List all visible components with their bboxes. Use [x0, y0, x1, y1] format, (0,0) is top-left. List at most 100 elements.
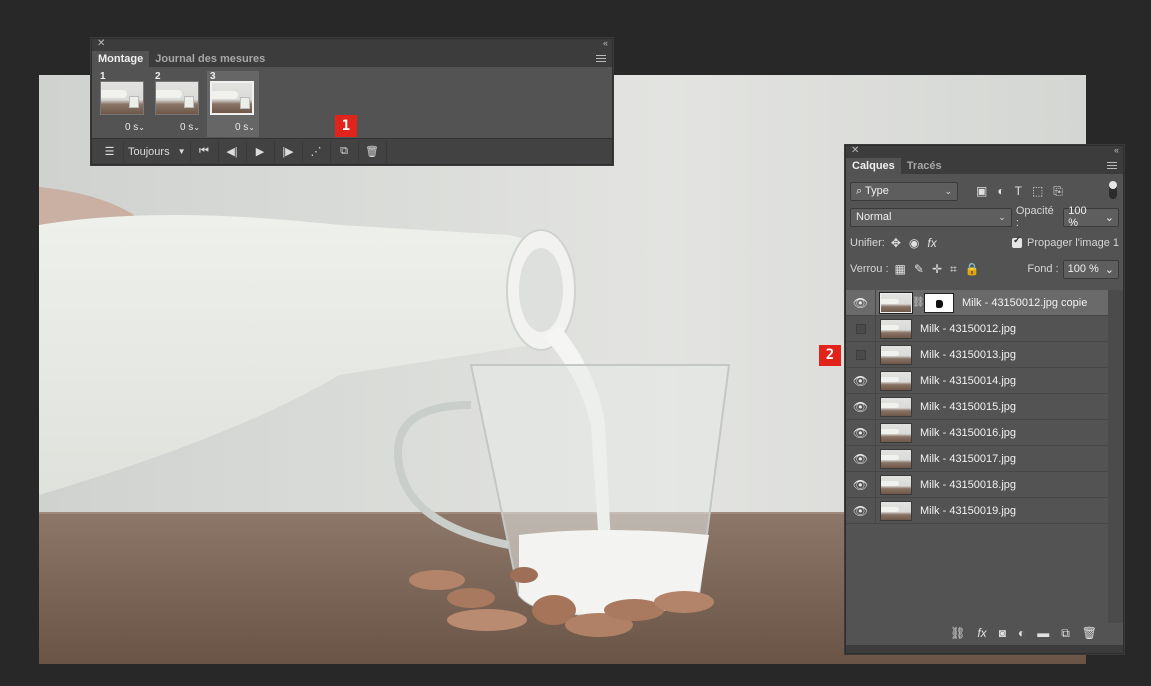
first-frame-icon[interactable]: ⏮ — [191, 140, 219, 163]
tab-journal-des-mesures[interactable]: Journal des mesures — [149, 51, 271, 67]
frame-2[interactable]: 2 0 s⌄ — [152, 71, 204, 137]
unify-style-icon[interactable]: fx — [927, 236, 936, 250]
add-mask-icon[interactable]: ◙ — [999, 626, 1006, 640]
layer-row[interactable]: Milk - 43150012.jpg — [846, 315, 1109, 342]
tween-icon[interactable]: ⋰ — [303, 140, 331, 163]
layer-thumbnail — [880, 318, 912, 339]
tab-traces[interactable]: Tracés — [901, 158, 948, 174]
layer-row[interactable]: 👁 ⛓ Milk - 43150012.jpg copie — [846, 289, 1109, 316]
montage-toolbar: ☰ Toujours ▼ ⏮ ◀| ▶ |▶ ⋰ ⧉ 🗑 — [92, 138, 612, 164]
layer-name: Milk - 43150015.jpg — [920, 400, 1017, 413]
loop-option-value: Toujours — [128, 145, 170, 158]
eye-icon[interactable]: 👁 — [846, 497, 876, 524]
layer-thumbnail — [880, 474, 912, 495]
pixel-filter-icon[interactable]: ▣ — [976, 184, 987, 199]
new-layer-icon[interactable]: ⧉ — [1061, 626, 1070, 641]
delete-layer-icon[interactable]: 🗑 — [1082, 626, 1097, 640]
delete-frame-icon[interactable]: 🗑 — [359, 140, 387, 163]
lock-label: Verrou : — [850, 263, 889, 275]
visibility-toggle[interactable] — [846, 341, 876, 368]
chevron-down-icon: ⌄ — [1104, 263, 1114, 276]
opacity-field[interactable]: 100 % ⌄ — [1063, 205, 1119, 229]
panel-menu-icon[interactable] — [596, 55, 606, 63]
panel-header: ✕ ‹‹ — [846, 145, 1123, 158]
lock-position-icon[interactable]: ✛ — [932, 262, 942, 277]
frame-delay[interactable]: 0 s⌄ — [235, 122, 255, 133]
collapse-icon[interactable]: ‹‹ — [603, 38, 608, 48]
layer-name: Milk - 43150016.jpg — [920, 426, 1017, 439]
propagate-frame-option[interactable]: Propager l'image 1 — [1012, 235, 1119, 249]
lock-all-icon[interactable]: 🔒 — [965, 262, 980, 277]
previous-frame-icon[interactable]: ◀| — [219, 140, 247, 163]
layer-name: Milk - 43150019.jpg — [920, 504, 1017, 517]
search-icon: ⌕ — [856, 184, 863, 197]
frame-delay[interactable]: 0 s⌄ — [180, 122, 200, 133]
layer-thumbnail — [880, 292, 912, 313]
chevron-down-icon: ⌄ — [998, 211, 1006, 222]
close-icon[interactable]: ✕ — [851, 145, 859, 156]
next-frame-icon[interactable]: |▶ — [275, 140, 303, 163]
layer-style-icon[interactable]: fx — [977, 626, 986, 640]
smart-object-filter-icon[interactable]: ⎘ — [1053, 184, 1063, 199]
shape-filter-icon[interactable]: ⬚ — [1032, 184, 1043, 199]
unify-icons: ✥ ◉ fx — [891, 236, 937, 250]
layer-row[interactable]: 👁 Milk - 43150015.jpg — [846, 393, 1109, 420]
fill-field[interactable]: 100 % ⌄ — [1062, 259, 1119, 279]
frame-delay[interactable]: 0 s⌄ — [125, 122, 145, 133]
link-icon[interactable]: ⛓ — [912, 297, 925, 308]
layer-name: Milk - 43150018.jpg — [920, 478, 1017, 491]
layers-scrollbar[interactable] — [1108, 290, 1123, 623]
layer-row[interactable]: 👁 Milk - 43150016.jpg — [846, 419, 1109, 446]
layer-row[interactable]: 👁 Milk - 43150014.jpg — [846, 367, 1109, 394]
layer-row[interactable]: 👁 Milk - 43150017.jpg — [846, 445, 1109, 472]
duplicate-frame-icon[interactable]: ⧉ — [331, 140, 359, 163]
layer-thumbnail — [880, 370, 912, 391]
fill-value: 100 % — [1067, 263, 1099, 275]
unify-visibility-icon[interactable]: ◉ — [909, 236, 919, 250]
play-icon[interactable]: ▶ — [247, 140, 275, 163]
frame-thumbnail — [100, 81, 144, 115]
frame-3[interactable]: 3 0 s⌄ — [207, 71, 259, 137]
lock-pixels-icon[interactable]: ✎ — [914, 262, 924, 277]
loop-options-select[interactable]: Toujours ▼ — [124, 140, 191, 163]
layer-row[interactable]: 👁 Milk - 43150019.jpg — [846, 497, 1109, 524]
filter-kind-select[interactable]: ⌕ Type ⌄ — [850, 181, 958, 201]
eye-icon[interactable]: 👁 — [846, 419, 876, 446]
lock-row: Verrou : ▦ ✎ ✛ ⌗ 🔒 Fond : 100 % ⌄ — [846, 256, 1123, 282]
frame-thumbnail — [210, 81, 254, 115]
eye-icon[interactable]: 👁 — [846, 471, 876, 498]
frame-thumbnail — [155, 81, 199, 115]
convert-to-timeline-icon[interactable]: ☰ — [96, 140, 124, 163]
chevron-down-icon: ⌄ — [1104, 211, 1114, 224]
opacity-label: Opacité : — [1015, 205, 1054, 229]
layer-mask-thumbnail[interactable] — [924, 292, 954, 313]
close-icon[interactable]: ✕ — [97, 38, 105, 49]
layer-thumbnail — [880, 396, 912, 417]
layer-row[interactable]: Milk - 43150013.jpg — [846, 341, 1109, 368]
layer-row[interactable]: 👁 Milk - 43150018.jpg — [846, 471, 1109, 498]
panel-menu-icon[interactable] — [1107, 162, 1117, 170]
eye-icon[interactable]: 👁 — [846, 289, 876, 316]
type-filter-icon[interactable]: T — [1015, 184, 1022, 199]
lock-transparency-icon[interactable]: ▦ — [895, 262, 906, 277]
propagate-checkbox[interactable] — [1012, 235, 1022, 248]
tab-montage[interactable]: Montage — [92, 51, 150, 67]
filter-toggle[interactable] — [1109, 181, 1117, 199]
unify-position-icon[interactable]: ✥ — [891, 236, 901, 250]
tab-calques[interactable]: Calques — [846, 158, 901, 174]
adjustment-filter-icon[interactable]: ◐ — [997, 184, 1004, 199]
link-layers-icon[interactable]: ⛓ — [950, 626, 965, 640]
eye-icon[interactable]: 👁 — [846, 445, 876, 472]
resize-grip[interactable] — [846, 645, 1123, 653]
collapse-icon[interactable]: ‹‹ — [1114, 145, 1119, 155]
visibility-toggle[interactable] — [846, 315, 876, 342]
adjustment-layer-icon[interactable]: ◐ — [1018, 626, 1025, 640]
eye-icon[interactable]: 👁 — [846, 393, 876, 420]
eye-icon[interactable]: 👁 — [846, 367, 876, 394]
filter-kind-value: Type — [865, 184, 889, 197]
new-group-icon[interactable]: ▬ — [1037, 626, 1049, 640]
lock-artboard-icon[interactable]: ⌗ — [950, 262, 957, 277]
panel-header: ✕ ‹‹ — [92, 38, 612, 51]
frame-1[interactable]: 1 0 s⌄ — [97, 71, 149, 137]
blend-mode-select[interactable]: Normal ⌄ — [850, 207, 1012, 227]
